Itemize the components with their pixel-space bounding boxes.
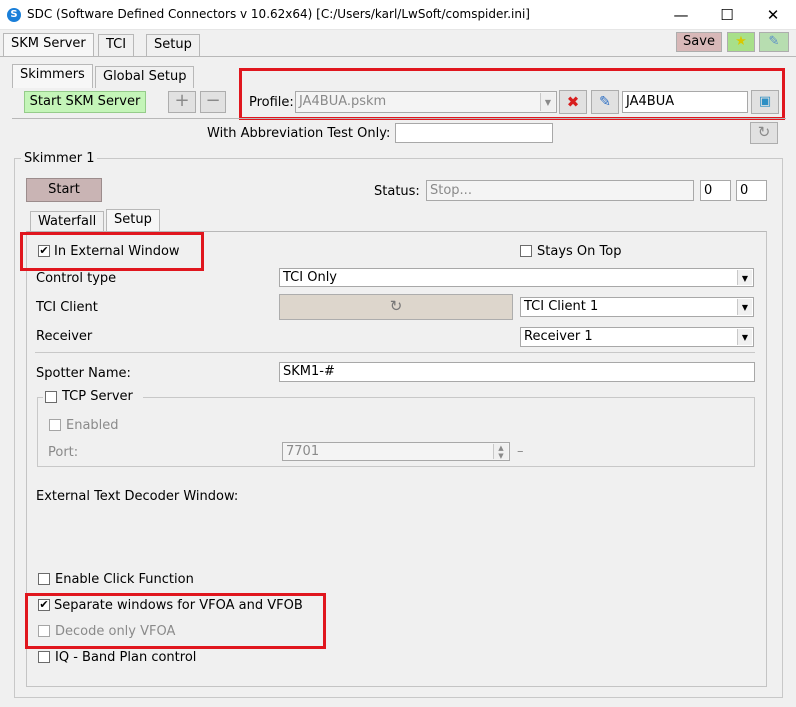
add-skimmer-button[interactable]: + (168, 91, 196, 113)
stays-on-top-checkbox[interactable] (520, 245, 532, 257)
tab-skm-server[interactable]: SKM Server (3, 33, 94, 57)
iq-band-plan-label: IQ - Band Plan control (55, 650, 197, 665)
enable-click-checkbox[interactable] (38, 573, 50, 585)
external-text-decoder-label: External Text Decoder Window: (36, 489, 239, 504)
control-type-label: Control type (36, 271, 117, 286)
maximize-button[interactable]: ☐ (704, 0, 750, 30)
receiver-value: Receiver 1 (524, 329, 593, 344)
tab-global-setup[interactable]: Global Setup (95, 66, 195, 88)
status-count-1: 0 (700, 180, 731, 201)
abbreviation-label: With Abbreviation Test Only: (207, 126, 391, 141)
abbreviation-input[interactable] (395, 123, 553, 143)
tci-client-select[interactable]: TCI Client 1 ▼ (520, 297, 754, 317)
window-title: SDC (Software Defined Connectors v 10.62… (27, 7, 530, 21)
main-tab-divider (0, 56, 796, 57)
skimmer-group-title: Skimmer 1 (21, 151, 98, 166)
tab-skimmers[interactable]: Skimmers (12, 64, 93, 88)
spotter-name-input[interactable]: SKM1-# (279, 362, 755, 382)
port-suffix: – (517, 444, 524, 459)
spin-arrows-icon[interactable]: ▲ ▼ (493, 444, 508, 460)
external-window-highlight-box (20, 232, 204, 271)
tcp-server-label: TCP Server (62, 389, 133, 404)
save-button[interactable]: Save (676, 32, 722, 52)
control-type-value: TCI Only (283, 270, 337, 285)
status-label: Status: (374, 184, 420, 199)
port-input[interactable]: 7701 ▲ ▼ (282, 442, 510, 461)
control-type-select[interactable]: TCI Only ▼ (279, 268, 754, 287)
enabled-label: Enabled (66, 418, 119, 433)
chevron-down-icon: ▼ (737, 299, 752, 315)
chevron-down-icon: ▼ (737, 270, 752, 285)
receiver-select[interactable]: Receiver 1 ▼ (520, 327, 754, 347)
star-icon[interactable]: ★ (727, 32, 755, 52)
app-logo-icon: S (7, 8, 21, 22)
port-label: Port: (48, 445, 79, 460)
iq-band-plan-checkbox[interactable] (38, 651, 50, 663)
tab-setup[interactable]: Setup (146, 34, 200, 56)
tab-tci[interactable]: TCI (98, 34, 135, 56)
start-skm-server-button[interactable]: Start SKM Server (24, 91, 146, 113)
enabled-checkbox[interactable] (49, 419, 61, 431)
title-bar: S SDC (Software Defined Connectors v 10.… (0, 0, 796, 30)
profile-highlight-box (239, 68, 785, 120)
status-count-2: 0 (736, 180, 767, 201)
setup-divider (35, 352, 755, 353)
receiver-label: Receiver (36, 329, 93, 344)
port-value: 7701 (286, 444, 320, 459)
minimize-button[interactable]: — (658, 0, 704, 30)
sub-tab-divider (12, 118, 786, 119)
tci-refresh-icon[interactable]: ↻ (279, 294, 513, 320)
stays-on-top-label: Stays On Top (537, 244, 622, 259)
enable-click-label: Enable Click Function (55, 572, 194, 587)
tools-icon[interactable]: ✎ (759, 32, 789, 52)
tci-client-label: TCI Client (36, 300, 98, 315)
vfo-highlight-box (25, 593, 326, 649)
tab-waterfall[interactable]: Waterfall (30, 211, 105, 232)
tcp-server-checkbox[interactable] (45, 391, 57, 403)
tab-skimmer-setup[interactable]: Setup (106, 209, 160, 233)
close-button[interactable]: ✕ (750, 0, 796, 30)
status-field: Stop... (426, 180, 694, 201)
spotter-name-label: Spotter Name: (36, 366, 131, 381)
refresh-icon[interactable]: ↻ (750, 122, 778, 144)
start-skimmer-button[interactable]: Start (26, 178, 102, 202)
remove-skimmer-button[interactable]: − (200, 91, 226, 113)
chevron-down-icon: ▼ (737, 329, 752, 345)
tci-client-value: TCI Client 1 (524, 299, 599, 314)
